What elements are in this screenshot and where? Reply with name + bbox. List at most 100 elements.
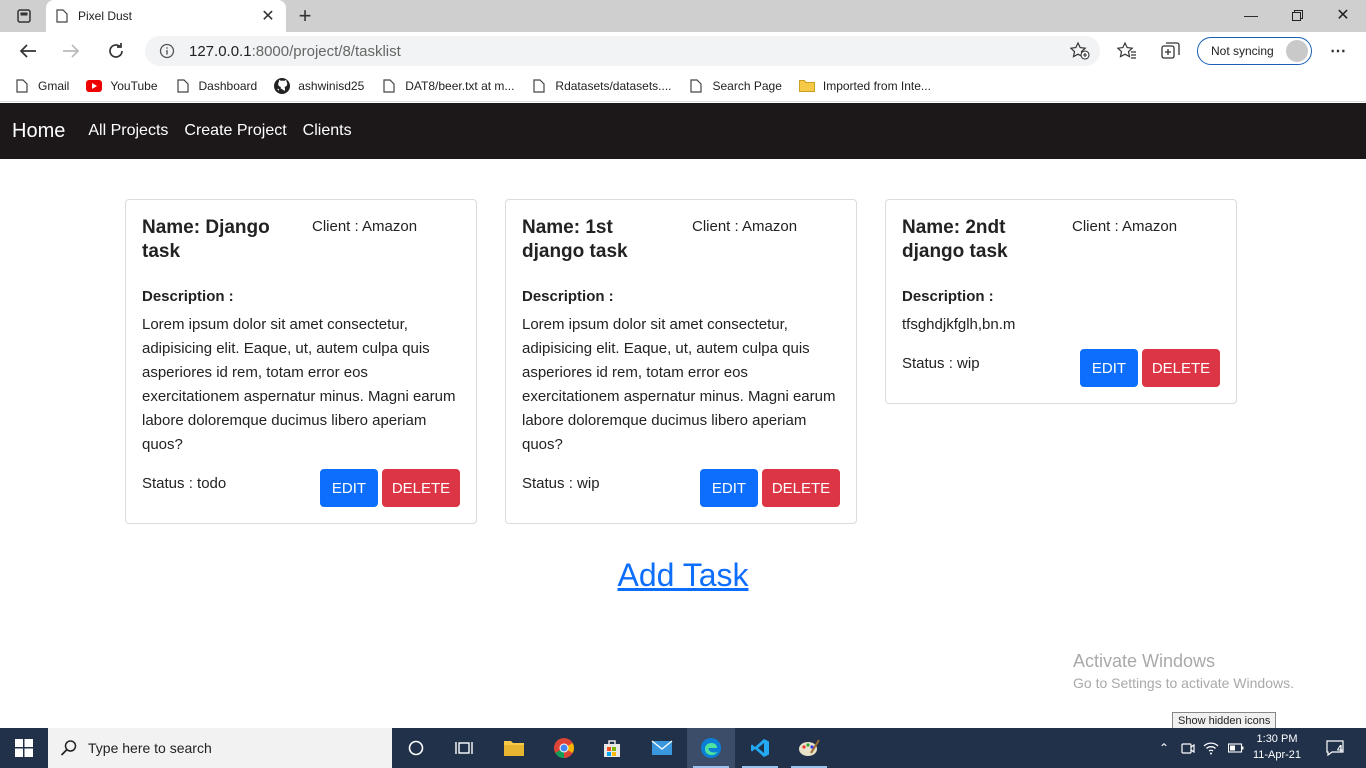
clock-time: 1:30 PM [1256, 733, 1298, 745]
watermark-title: Activate Windows [1073, 651, 1216, 671]
clock-date: 11-Apr-21 [1252, 749, 1302, 761]
add-favorite-icon[interactable] [1069, 41, 1090, 65]
youtube-icon [86, 78, 103, 94]
bookmark-search-page[interactable]: Search Page [688, 78, 782, 94]
battery-icon[interactable] [1226, 728, 1246, 768]
bookmark-rdatasets[interactable]: Rdatasets/datasets.... [531, 78, 671, 94]
edit-button[interactable]: EDIT [700, 469, 758, 507]
bookmark-label: Dashboard [198, 78, 258, 93]
tab-actions-icon[interactable] [10, 6, 38, 26]
delete-button[interactable]: DELETE [762, 469, 840, 507]
minimize-icon[interactable]: — [1228, 0, 1274, 30]
bookmark-label: Gmail [38, 78, 70, 93]
task-description: Lorem ipsum dolor sit amet consectetur, … [142, 316, 456, 453]
bookmark-label: DAT8/beer.txt at m... [405, 78, 515, 93]
doc-icon [14, 78, 30, 94]
refresh-icon[interactable] [102, 38, 130, 64]
more-options-icon[interactable]: ⋯ [1326, 39, 1350, 63]
windows-start-icon[interactable] [0, 728, 48, 768]
tab-title: Pixel Dust [78, 9, 133, 23]
task-status: Status : wip [522, 475, 600, 492]
paint-icon[interactable] [785, 728, 833, 768]
edge-icon[interactable] [687, 728, 735, 768]
task-status: Status : wip [902, 355, 980, 372]
store-icon[interactable] [588, 728, 636, 768]
info-icon[interactable] [159, 43, 175, 59]
task-client: Client : Amazon [692, 218, 798, 235]
taskbar-search[interactable]: Type here to search [48, 728, 392, 768]
nav-clients[interactable]: Clients [303, 122, 352, 140]
bookmark-gmail[interactable]: Gmail [14, 78, 69, 94]
bookmark-imported[interactable]: Imported from Inte... [798, 78, 931, 94]
bookmark-label: ashwinisd25 [298, 78, 365, 93]
bookmark-label: Search Page [712, 78, 782, 93]
sync-button[interactable]: Not syncing [1197, 37, 1312, 65]
page-icon [56, 9, 68, 23]
task-card: Name: Django task Client : Amazon Descri… [125, 199, 477, 524]
doc-icon [175, 78, 191, 94]
folder-icon [798, 78, 815, 94]
edit-button[interactable]: EDIT [1080, 349, 1138, 387]
file-explorer-icon[interactable] [490, 728, 538, 768]
close-tab-icon[interactable]: ✕ [260, 6, 276, 26]
github-icon [274, 77, 291, 94]
bookmark-dashboard[interactable]: Dashboard [175, 78, 258, 94]
notification-icon[interactable]: 4 [1320, 728, 1350, 768]
address-bar[interactable]: 127.0.0.1:8000/project/8/tasklist [145, 36, 1100, 66]
delete-button[interactable]: DELETE [1142, 349, 1220, 387]
mail-icon[interactable] [638, 728, 686, 768]
search-placeholder: Type here to search [88, 740, 212, 756]
task-card: Name: 1st django task Client : Amazon De… [505, 199, 857, 524]
restore-icon[interactable] [1274, 0, 1320, 30]
bookmark-beer[interactable]: DAT8/beer.txt at m... [381, 78, 514, 94]
url-host: 127.0.0.1 [189, 42, 252, 60]
add-task-link[interactable]: Add Task [617, 557, 748, 593]
description-label: Description : [902, 288, 994, 305]
browser-tab-bar: Pixel Dust ✕ + — ✕ [0, 0, 1366, 32]
task-name: Name: 1st django task [522, 217, 628, 262]
doc-icon [688, 78, 704, 94]
description-label: Description : [522, 288, 614, 305]
cortana-icon[interactable] [392, 728, 440, 768]
network-icon[interactable] [1200, 728, 1222, 768]
collections-icon[interactable] [1159, 39, 1183, 63]
task-card: Name: 2ndt django task Client : Amazon D… [885, 199, 1237, 404]
delete-button[interactable]: DELETE [382, 469, 460, 507]
home-link[interactable]: Home [12, 120, 65, 143]
url-path: :8000/project/8/tasklist [251, 42, 401, 60]
avatar [1286, 40, 1308, 62]
chrome-icon[interactable] [540, 728, 588, 768]
bookmark-label: YouTube [110, 78, 158, 93]
watermark-subtitle: Go to Settings to activate Windows. [1073, 675, 1294, 691]
nav-create-project[interactable]: Create Project [184, 122, 286, 140]
task-client: Client : Amazon [1072, 218, 1178, 235]
task-name: Name: Django task [142, 217, 270, 262]
task-view-icon[interactable] [440, 728, 488, 768]
site-navbar: Home All Projects Create Project Clients [0, 103, 1366, 159]
favorites-icon[interactable] [1115, 39, 1139, 63]
browser-tab[interactable]: Pixel Dust ✕ [46, 0, 286, 32]
close-window-icon[interactable]: ✕ [1320, 0, 1366, 30]
task-description: tfsghdjkfglh,bn.m [902, 316, 1016, 333]
new-tab-icon[interactable]: + [293, 4, 317, 28]
chevron-up-icon[interactable]: ⌃ [1154, 728, 1174, 768]
sync-label: Not syncing [1211, 44, 1274, 58]
bookmark-label: Imported from Inte... [822, 78, 931, 93]
notification-count: 4 [1337, 744, 1343, 755]
nav-all-projects[interactable]: All Projects [88, 122, 168, 140]
system-clock[interactable]: 1:30 PM 11-Apr-21 [1247, 731, 1307, 763]
back-icon[interactable] [14, 38, 42, 64]
activate-windows-watermark: Activate Windows Go to Settings to activ… [1073, 651, 1294, 691]
bookmark-label: Rdatasets/datasets.... [555, 78, 672, 93]
meet-now-icon[interactable] [1178, 728, 1198, 768]
task-name: Name: 2ndt django task [902, 217, 1008, 262]
add-task-container: Add Task [0, 557, 1366, 594]
vscode-icon[interactable] [736, 728, 784, 768]
bookmark-youtube[interactable]: YouTube [86, 78, 158, 94]
taskbar: Type here to search ⌃ 1:30 PM 11-Apr-21 … [0, 728, 1366, 768]
edit-button[interactable]: EDIT [320, 469, 378, 507]
bookmark-github[interactable]: ashwinisd25 [274, 77, 365, 94]
forward-icon[interactable] [57, 38, 85, 64]
doc-icon [381, 78, 397, 94]
task-description: Lorem ipsum dolor sit amet consectetur, … [522, 316, 836, 453]
